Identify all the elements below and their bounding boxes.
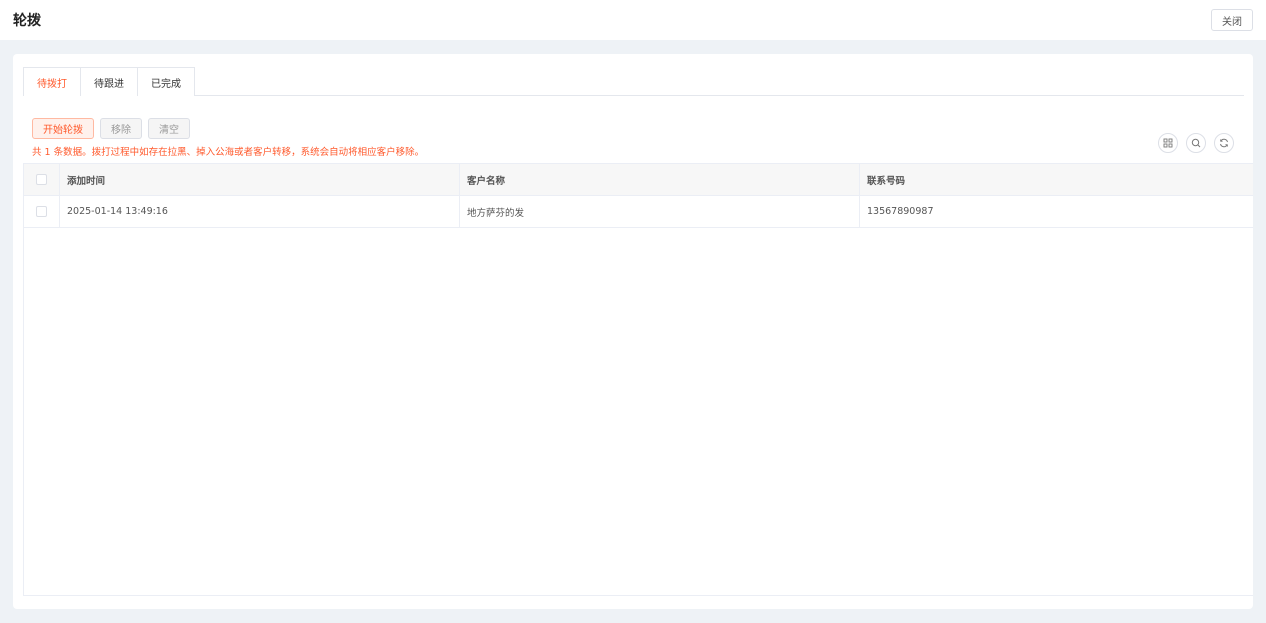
- grid-icon[interactable]: [1158, 133, 1178, 153]
- select-all-cell: [24, 164, 60, 195]
- table-tools: [1158, 133, 1234, 153]
- close-button[interactable]: 关闭: [1211, 9, 1253, 31]
- search-icon[interactable]: [1186, 133, 1206, 153]
- toolbar: 开始轮拨 移除 清空: [32, 118, 190, 139]
- row-checkbox[interactable]: [36, 206, 47, 217]
- tab-pending-followup[interactable]: 待跟进: [80, 67, 138, 96]
- column-header-phone: 联系号码: [867, 175, 906, 187]
- column-header-time: 添加时间: [60, 164, 460, 195]
- notice-text: 共 1 条数据。拨打过程中如存在拉黑、掉入公海或者客户转移，系统会自动将相应客户…: [32, 147, 425, 158]
- table-header-row: 添加时间 客户名称 联系号码: [24, 164, 1253, 196]
- cell-name: 地方萨芬的发: [460, 196, 860, 227]
- column-header-name: 客户名称: [460, 164, 860, 195]
- table-row[interactable]: 2025-01-14 13:49:16 地方萨芬的发 13567890987: [24, 196, 1253, 228]
- clear-button[interactable]: 清空: [148, 118, 190, 139]
- tab-bar: 待拨打 待跟进 已完成: [23, 67, 1244, 96]
- tab-completed[interactable]: 已完成: [137, 67, 195, 96]
- select-all-checkbox[interactable]: [36, 174, 47, 185]
- row-select-cell: [24, 196, 60, 227]
- remove-button[interactable]: 移除: [100, 118, 142, 139]
- page-title: 轮拨: [13, 13, 41, 29]
- page-header: 轮拨 关闭: [0, 0, 1266, 40]
- main-card: 待拨打 待跟进 已完成 开始轮拨 移除 清空 共 1 条数据。拨打过程中如存在拉…: [13, 54, 1253, 609]
- data-table: 添加时间 客户名称 联系号码 2025-01-14 13:49:16 地方萨芬的…: [23, 163, 1253, 596]
- start-dial-button[interactable]: 开始轮拨: [32, 118, 94, 139]
- cell-time: 2025-01-14 13:49:16: [60, 196, 460, 227]
- tab-pending-call[interactable]: 待拨打: [23, 67, 81, 96]
- refresh-icon[interactable]: [1214, 133, 1234, 153]
- cell-phone: 13567890987: [867, 206, 934, 217]
